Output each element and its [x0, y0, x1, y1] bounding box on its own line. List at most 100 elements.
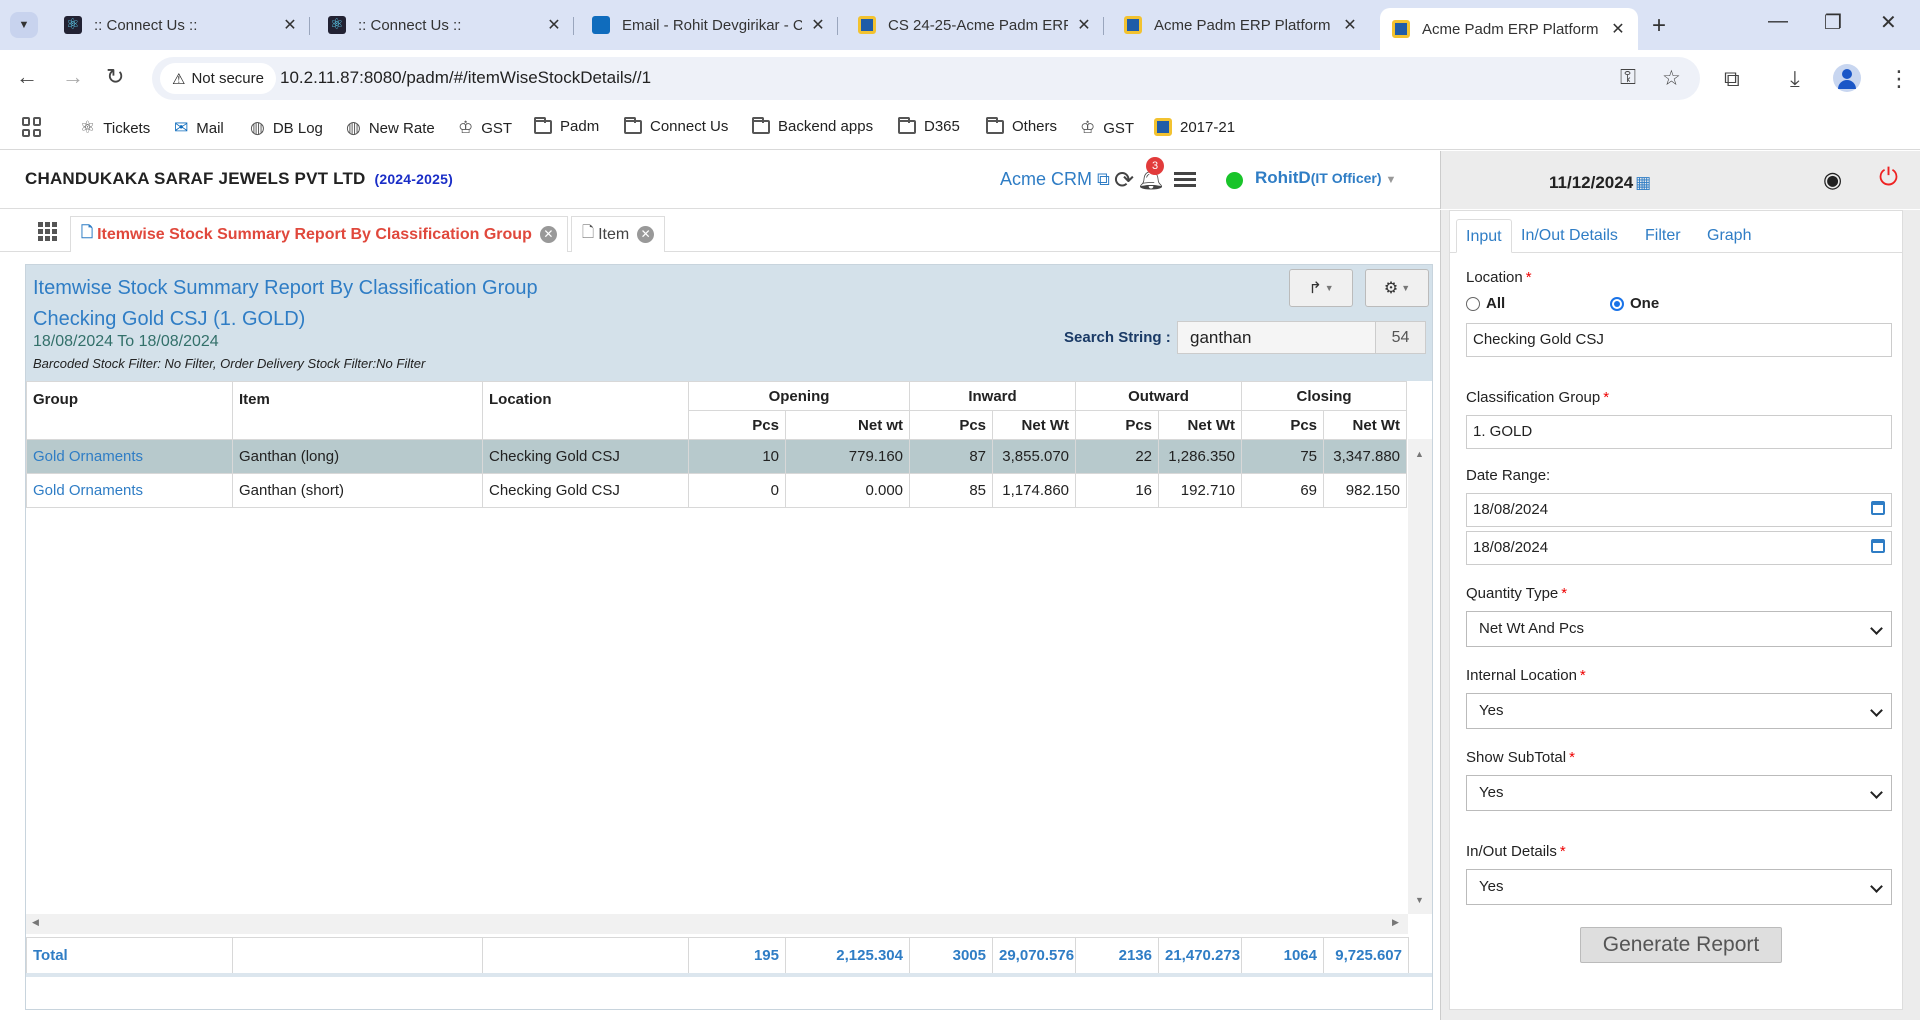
star-icon[interactable]: ☆: [1662, 66, 1681, 91]
bookmark-padm[interactable]: Padm: [534, 116, 599, 135]
bookmark-tickets[interactable]: ⚛ Tickets: [80, 118, 150, 138]
bookmark-gst[interactable]: ♔ GST: [458, 118, 512, 138]
tab-search-button[interactable]: ▼: [10, 12, 38, 38]
browser-tab-5[interactable]: Acme Padm ERP Platform ✕: [1112, 8, 1370, 42]
forward-icon[interactable]: →: [62, 64, 84, 90]
col-header-inward-netwt[interactable]: Net Wt: [992, 410, 1077, 440]
search-input[interactable]: [1177, 321, 1376, 354]
col-header-opening-netwt[interactable]: Net wt: [784, 410, 911, 440]
bookmark-mail[interactable]: ✉ Mail: [174, 118, 224, 138]
scroll-left-icon[interactable]: ◀: [32, 917, 39, 928]
close-window-icon[interactable]: ✕: [1880, 10, 1897, 35]
col-header-closing-pcs[interactable]: Pcs: [1241, 410, 1325, 440]
tab-filter[interactable]: Filter: [1636, 219, 1690, 253]
cell-group-link[interactable]: Gold Ornaments: [26, 473, 233, 508]
address-bar[interactable]: ⚠ Not secure 10.2.11.87:8080/padm/#/item…: [152, 57, 1700, 100]
bookmark-connect-us[interactable]: Connect Us: [624, 116, 728, 135]
tab-graph[interactable]: Graph: [1698, 219, 1760, 253]
col-header-closing-netwt[interactable]: Net Wt: [1323, 410, 1408, 440]
url-text[interactable]: 10.2.11.87:8080/padm/#/itemWiseStockDeta…: [280, 68, 651, 88]
col-header-location[interactable]: Location: [482, 381, 689, 440]
bookmark-others[interactable]: Others: [986, 116, 1057, 135]
browser-tab-6-active[interactable]: Acme Padm ERP Platform ✕: [1380, 8, 1638, 50]
menu-list-icon[interactable]: [1174, 172, 1196, 188]
crm-link[interactable]: Acme CRM ⧉: [1000, 169, 1110, 190]
bookmark-backend-apps[interactable]: Backend apps: [752, 116, 873, 135]
col-header-item[interactable]: Item: [232, 381, 483, 440]
new-tab-button[interactable]: +: [1652, 12, 1666, 40]
key-icon[interactable]: ⚿: [1620, 66, 1636, 90]
bookmark-gst-2[interactable]: ♔ GST: [1080, 118, 1134, 138]
close-icon[interactable]: ✕: [1610, 19, 1626, 39]
col-header-group[interactable]: Group: [26, 381, 233, 440]
power-icon[interactable]: ⏻: [1879, 164, 1898, 192]
share-button[interactable]: ↱ ▼: [1289, 269, 1353, 307]
restore-icon[interactable]: ❐: [1824, 10, 1842, 35]
col-header-outward-netwt[interactable]: Net Wt: [1158, 410, 1243, 440]
calendar-icon[interactable]: [1871, 539, 1885, 553]
close-icon[interactable]: ✕: [637, 226, 655, 243]
user-menu[interactable]: RohitD(IT Officer) ▼: [1255, 168, 1396, 188]
bookmark-d365[interactable]: D365: [898, 116, 960, 135]
internal-location-select[interactable]: Yes: [1466, 693, 1892, 729]
quantity-type-select[interactable]: Net Wt And Pcs: [1466, 611, 1892, 647]
classification-group-label: Classification Group *: [1466, 389, 1609, 406]
back-icon[interactable]: ←: [16, 64, 38, 90]
close-icon[interactable]: ✕: [810, 15, 826, 35]
scroll-up-icon[interactable]: ▲: [1415, 449, 1424, 459]
security-chip[interactable]: ⚠ Not secure: [160, 63, 276, 94]
classification-group-input[interactable]: 1. GOLD: [1466, 415, 1892, 449]
cell-group-link[interactable]: Gold Ornaments: [26, 439, 233, 474]
table-row[interactable]: Gold Ornaments Ganthan (short) Checking …: [26, 473, 1408, 508]
col-header-outward-pcs[interactable]: Pcs: [1075, 410, 1160, 440]
browser-tab-3[interactable]: Email - Rohit Devgirikar - C ✕: [580, 8, 838, 42]
profile-avatar[interactable]: [1833, 64, 1861, 92]
refresh-icon[interactable]: ⟳: [1114, 166, 1134, 195]
close-icon[interactable]: ✕: [1342, 15, 1358, 35]
reload-icon[interactable]: ↻: [106, 64, 124, 90]
horizontal-scrollbar[interactable]: ◀ ▶: [26, 914, 1408, 934]
show-subtotal-select[interactable]: Yes: [1466, 775, 1892, 811]
search-label: Search String :: [1064, 329, 1171, 346]
bookmark-db-log[interactable]: ◍ DB Log: [250, 118, 323, 138]
close-icon[interactable]: ✕: [546, 15, 562, 35]
minimize-icon[interactable]: —: [1768, 10, 1788, 33]
close-icon[interactable]: ✕: [1076, 15, 1092, 35]
vertical-scrollbar[interactable]: ▲ ▼: [1408, 439, 1432, 914]
emblem-icon: ♔: [458, 118, 474, 137]
calendar-icon[interactable]: [1871, 501, 1885, 515]
apps-grid-icon[interactable]: [38, 222, 58, 241]
scroll-down-icon[interactable]: ▼: [1415, 895, 1424, 905]
radio-all[interactable]: All: [1466, 295, 1505, 312]
tab-input[interactable]: Input: [1456, 219, 1512, 253]
col-header-inward-pcs[interactable]: Pcs: [909, 410, 994, 440]
location-input[interactable]: Checking Gold CSJ: [1466, 323, 1892, 357]
current-date[interactable]: 11/12/2024 ▦: [1549, 173, 1651, 193]
close-icon[interactable]: ✕: [539, 226, 557, 243]
scroll-right-icon[interactable]: ▶: [1392, 917, 1399, 928]
radio-circle-checked[interactable]: [1610, 296, 1624, 311]
settings-button[interactable]: ⚙ ▼: [1365, 269, 1429, 307]
table-row[interactable]: Gold Ornaments Ganthan (long) Checking G…: [26, 439, 1408, 474]
more-menu-icon[interactable]: ⋮: [1888, 66, 1910, 92]
inout-details-select[interactable]: Yes: [1466, 869, 1892, 905]
eye-slash-icon[interactable]: ◉: [1823, 167, 1842, 193]
tab-inout-details[interactable]: In/Out Details: [1512, 219, 1627, 253]
tab-item[interactable]: 🗋 Item ✕: [571, 216, 666, 252]
apps-grid-icon[interactable]: [22, 117, 42, 137]
col-header-opening-pcs[interactable]: Pcs: [688, 410, 786, 440]
close-icon[interactable]: ✕: [282, 15, 298, 35]
bookmark-new-rate[interactable]: ◍ New Rate: [346, 118, 435, 138]
generate-report-button[interactable]: Generate Report: [1580, 927, 1782, 963]
browser-tab-1[interactable]: :: Connect Us :: ✕: [52, 8, 310, 42]
download-icon[interactable]: ⤓: [1790, 66, 1800, 92]
bookmark-2017-21[interactable]: 2017-21: [1154, 118, 1235, 136]
radio-one[interactable]: One: [1610, 295, 1659, 312]
browser-tab-2[interactable]: :: Connect Us :: ✕: [316, 8, 574, 42]
browser-tab-4[interactable]: CS 24-25-Acme Padm ERP ✕: [846, 8, 1104, 42]
extensions-icon[interactable]: ⧉: [1724, 66, 1740, 92]
date-from-input[interactable]: 18/08/2024: [1466, 493, 1892, 527]
tab-itemwise-report[interactable]: 🗋 Itemwise Stock Summary Report By Class…: [70, 216, 568, 252]
date-to-input[interactable]: 18/08/2024: [1466, 531, 1892, 565]
radio-circle[interactable]: [1466, 296, 1480, 311]
